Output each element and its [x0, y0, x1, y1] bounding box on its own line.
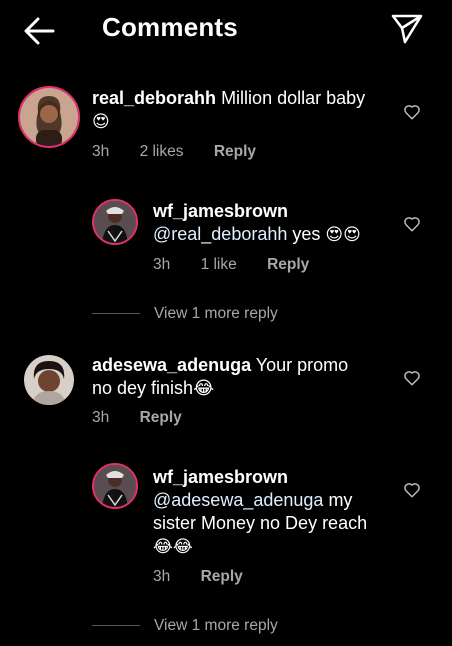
comment-time: 3h [92, 409, 110, 426]
divider-line [92, 313, 140, 315]
avatar[interactable] [92, 199, 138, 245]
comment-body: my [328, 490, 353, 510]
comment-text: wf_jamesbrown @adesewa_adenuga my sister… [153, 466, 403, 559]
heart-icon[interactable] [403, 103, 421, 121]
comment-meta: 3h 2 likes Reply [92, 143, 282, 161]
avatar[interactable] [92, 463, 138, 509]
mention-link[interactable]: @real_deborahh [153, 224, 287, 244]
comment-username[interactable]: adesewa_adenuga [92, 355, 251, 375]
view-more-replies[interactable]: View 1 more reply [92, 617, 278, 635]
comment-emoji: 😍 [92, 112, 110, 132]
comment-username[interactable]: wf_jamesbrown [153, 201, 288, 221]
view-more-label: View 1 more reply [154, 617, 278, 634]
comment-meta: 3h 1 like Reply [153, 256, 335, 274]
reply-button[interactable]: Reply [214, 143, 256, 160]
comment-username[interactable]: real_deborahh [92, 88, 216, 108]
comment-body: Million dollar baby [221, 88, 366, 108]
comment-body-line2: no dey finish😂 [92, 378, 215, 398]
mention-link[interactable]: @adesewa_adenuga [153, 490, 323, 510]
page-title: Comments [102, 12, 238, 42]
comment-time: 3h [92, 143, 110, 160]
comment-body: yes [292, 224, 321, 244]
comment-time: 3h [153, 256, 171, 273]
comment-likes[interactable]: 1 like [201, 256, 237, 273]
comment-likes[interactable]: 2 likes [140, 143, 184, 160]
view-more-label: View 1 more reply [154, 305, 278, 322]
avatar[interactable] [18, 86, 80, 148]
reply-button[interactable]: Reply [201, 568, 243, 585]
heart-icon[interactable] [403, 369, 421, 387]
comment-time: 3h [153, 568, 171, 585]
comment-text: adesewa_adenuga Your promo no dey finish… [92, 354, 392, 400]
divider-line [92, 625, 140, 627]
reply-button[interactable]: Reply [140, 409, 182, 426]
comment-text: real_deborahh Million dollar baby 😍 [92, 87, 392, 134]
heart-icon[interactable] [403, 215, 421, 233]
view-more-replies[interactable]: View 1 more reply [92, 305, 278, 323]
heart-icon[interactable] [403, 481, 421, 499]
comment-body-line2: sister Money no Dey reach [153, 513, 368, 533]
top-bar: Comments [0, 0, 452, 58]
reply-button[interactable]: Reply [267, 256, 309, 273]
comment-meta: 3h Reply [92, 409, 208, 427]
comment-emoji: 😍😍 [325, 225, 361, 245]
avatar[interactable] [24, 355, 74, 405]
comment-text: wf_jamesbrown @real_deborahh yes 😍😍 [153, 200, 403, 247]
comment-meta: 3h Reply [153, 568, 269, 586]
comment-username[interactable]: wf_jamesbrown [153, 467, 288, 487]
back-arrow-icon[interactable] [22, 14, 56, 48]
send-icon[interactable] [390, 12, 424, 46]
comment-body: Your promo [255, 355, 349, 375]
comment-emoji: 😂😂 [153, 537, 193, 557]
